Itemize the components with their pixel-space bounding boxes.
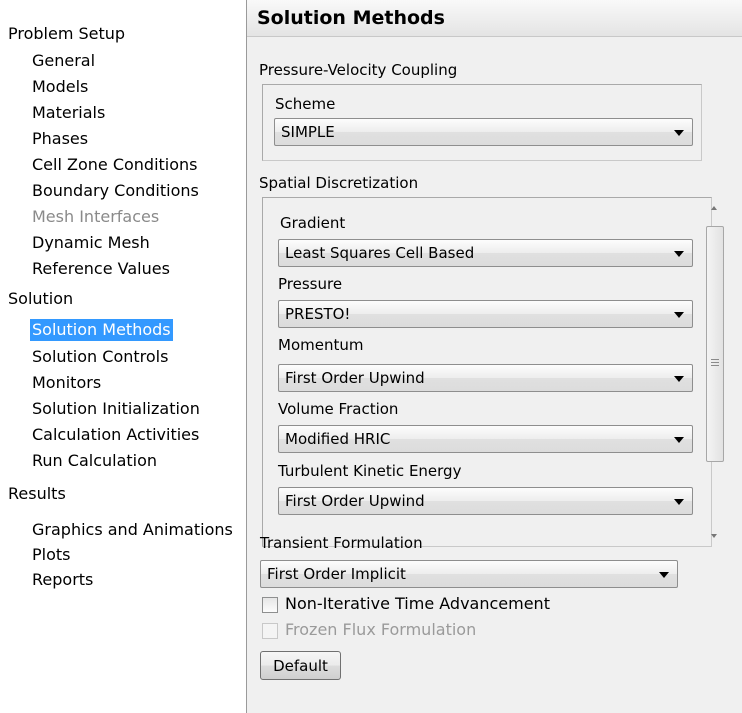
volume-fraction-dropdown[interactable]: Modified HRIC: [278, 425, 693, 453]
momentum-value: First Order Upwind: [285, 369, 425, 387]
pressure-value: PRESTO!: [285, 305, 351, 323]
tree-item-solution-methods[interactable]: Solution Methods: [30, 319, 173, 341]
scrollbar-thumb[interactable]: [706, 226, 724, 462]
tree-item-materials[interactable]: Materials: [30, 102, 107, 124]
tree-item-models[interactable]: Models: [30, 76, 90, 98]
pressure-velocity-coupling-label: Pressure-Velocity Coupling: [259, 61, 458, 79]
transient-formulation-label: Transient Formulation: [260, 534, 423, 552]
momentum-label: Momentum: [278, 336, 364, 354]
tree-item-graphics-and-animations[interactable]: Graphics and Animations: [30, 519, 235, 541]
tree-item-dynamic-mesh[interactable]: Dynamic Mesh: [30, 232, 152, 254]
tree-item-general[interactable]: General: [30, 50, 97, 72]
frozen-flux-formulation-checkbox: [262, 623, 278, 639]
default-button[interactable]: Default: [260, 651, 341, 680]
panel-title: Solution Methods: [257, 7, 445, 29]
volume-fraction-value: Modified HRIC: [285, 430, 391, 448]
tree-item-reference-values[interactable]: Reference Values: [30, 258, 172, 280]
scrollbar-grip-icon: [711, 359, 719, 367]
pressure-label: Pressure: [278, 275, 343, 293]
gradient-dropdown[interactable]: Least Squares Cell Based: [278, 239, 693, 267]
non-iterative-time-advancement-checkbox[interactable]: [262, 597, 278, 613]
transient-formulation-dropdown[interactable]: First Order Implicit: [260, 560, 678, 588]
scroll-up-arrow-icon[interactable]: [711, 206, 717, 210]
tree-item-plots[interactable]: Plots: [30, 544, 73, 566]
chevron-down-icon: [674, 130, 684, 136]
scheme-label: Scheme: [275, 95, 336, 113]
tree-item-run-calculation[interactable]: Run Calculation: [30, 450, 159, 472]
scroll-down-arrow-icon[interactable]: [711, 534, 717, 538]
tree-item-calculation-activities[interactable]: Calculation Activities: [30, 424, 201, 446]
tree-item-phases[interactable]: Phases: [30, 128, 90, 150]
tree-item-cell-zone-conditions[interactable]: Cell Zone Conditions: [30, 154, 200, 176]
pressure-dropdown[interactable]: PRESTO!: [278, 300, 693, 328]
gradient-label: Gradient: [280, 214, 346, 232]
tree-item-solution-initialization[interactable]: Solution Initialization: [30, 398, 202, 420]
tree-item-reports[interactable]: Reports: [30, 569, 95, 591]
chevron-down-icon: [674, 499, 684, 505]
spatial-discretization-label: Spatial Discretization: [259, 174, 419, 192]
tree-item-solution-controls[interactable]: Solution Controls: [30, 346, 170, 368]
non-iterative-time-advancement-label[interactable]: Non-Iterative Time Advancement: [285, 594, 550, 614]
turbulent-kinetic-energy-label: Turbulent Kinetic Energy: [278, 462, 462, 480]
tree-category-solution[interactable]: Solution: [8, 288, 73, 310]
transient-formulation-value: First Order Implicit: [267, 565, 406, 583]
tree-item-boundary-conditions[interactable]: Boundary Conditions: [30, 180, 201, 202]
scheme-value: SIMPLE: [281, 123, 335, 141]
gradient-value: Least Squares Cell Based: [285, 244, 475, 262]
scheme-dropdown[interactable]: SIMPLE: [274, 118, 693, 146]
navigation-tree: Problem Setup General Models Materials P…: [0, 0, 240, 713]
spatial-discretization-scrollbar[interactable]: [702, 198, 732, 544]
frozen-flux-formulation-label: Frozen Flux Formulation: [285, 620, 477, 639]
tree-item-monitors[interactable]: Monitors: [30, 372, 103, 394]
tree-category-results[interactable]: Results: [8, 483, 66, 505]
tree-category-problem-setup[interactable]: Problem Setup: [8, 23, 125, 45]
momentum-dropdown[interactable]: First Order Upwind: [278, 364, 693, 392]
turbulent-kinetic-energy-dropdown[interactable]: First Order Upwind: [278, 487, 693, 515]
chevron-down-icon: [674, 437, 684, 443]
tree-item-mesh-interfaces: Mesh Interfaces: [32, 207, 160, 226]
turbulent-kinetic-energy-value: First Order Upwind: [285, 492, 425, 510]
chevron-down-icon: [659, 572, 669, 578]
panel-title-bar: Solution Methods: [247, 0, 742, 37]
chevron-down-icon: [674, 312, 684, 318]
chevron-down-icon: [674, 251, 684, 257]
chevron-down-icon: [674, 376, 684, 382]
volume-fraction-label: Volume Fraction: [278, 400, 399, 418]
